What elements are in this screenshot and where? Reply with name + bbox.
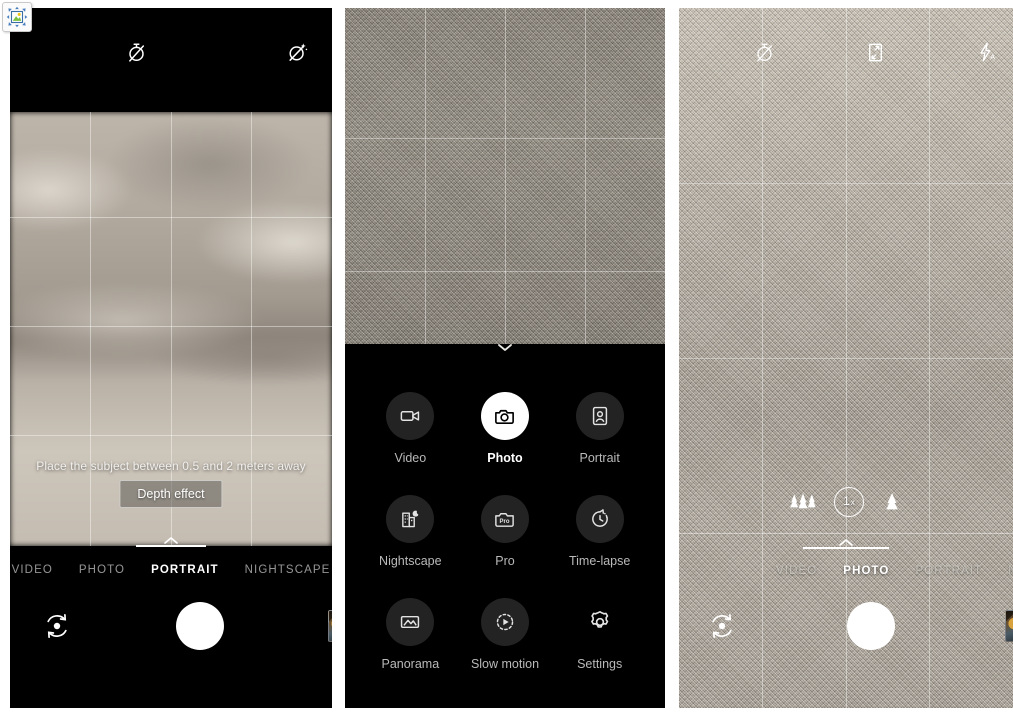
ai-scene-off-icon xyxy=(287,42,308,63)
time-lapse-icon-circle xyxy=(575,495,624,543)
shutter-row-portrait xyxy=(10,602,332,650)
mode-option-label: Time-lapse xyxy=(568,554,631,568)
mode-video[interactable]: VIDEO xyxy=(10,564,66,576)
screenshot-stage: Place the subject between 0.5 and 2 mete… xyxy=(0,0,1013,716)
mode-option-label: Settings xyxy=(577,657,623,671)
mode-option-label: Photo xyxy=(487,451,523,465)
mode-option-portrait[interactable]: Portrait xyxy=(552,392,647,465)
gallery-thumbnail[interactable] xyxy=(328,610,332,642)
mode-indicator-bar xyxy=(136,545,206,547)
mode-option-panorama[interactable]: Panorama xyxy=(363,598,458,671)
tele-tree-icon[interactable] xyxy=(882,491,902,513)
wide-angle-trees-icon[interactable] xyxy=(790,491,816,513)
mode-option-label: Video xyxy=(394,451,427,465)
shutter-button[interactable] xyxy=(176,602,224,650)
shutter-button[interactable] xyxy=(847,602,895,650)
mode-option-pro[interactable]: Pro Pro xyxy=(458,495,553,568)
mode-video[interactable]: VIDEO xyxy=(763,565,830,577)
panorama-icon xyxy=(399,611,421,633)
flash-auto-button[interactable]: A xyxy=(932,41,1013,63)
mode-nightscape[interactable]: NIGHTSCAPE xyxy=(232,564,332,576)
pro-camera-icon: Pro xyxy=(493,508,516,531)
gear-icon-wrapper xyxy=(576,598,624,646)
mode-picker-sheet: Video Photo Portrait Nightscape Pro Pro … xyxy=(345,352,665,708)
portrait-icon xyxy=(589,405,611,427)
mode-option-photo[interactable]: Photo xyxy=(458,392,553,465)
mode-portrait[interactable]: PORTRAIT xyxy=(902,565,995,577)
nightscape-icon-circle xyxy=(386,495,435,543)
camera-icon xyxy=(493,405,516,428)
mode-grid: Video Photo Portrait Nightscape Pro Pro … xyxy=(345,352,665,671)
mode-option-label: Panorama xyxy=(381,657,440,671)
mode-option-slow-motion[interactable]: Slow motion xyxy=(458,598,553,671)
expand-modes-chevron-up-icon[interactable] xyxy=(163,532,179,550)
mode-option-settings[interactable]: Settings xyxy=(552,598,647,671)
timer-off-icon xyxy=(754,42,775,63)
app-badge[interactable] xyxy=(2,2,32,32)
mode-portrait[interactable]: PORTRAIT xyxy=(138,564,232,576)
gear-icon xyxy=(587,609,613,635)
camera-icon-circle xyxy=(480,392,529,440)
portrait-top-bar xyxy=(10,34,332,70)
aspect-ratio-icon xyxy=(865,42,886,63)
zoom-level-suffix: x xyxy=(850,497,855,507)
photo-top-bar: A xyxy=(679,34,1013,70)
preview-image xyxy=(345,8,665,344)
mode-option-nightscape[interactable]: Nightscape xyxy=(363,495,458,568)
nightscape-icon xyxy=(399,508,421,530)
panel-photo-mode-screen: A 1x VIDEO PHOTO PORTRAIT xyxy=(679,8,1013,708)
slow-motion-icon xyxy=(494,611,516,633)
ai-scene-off-button[interactable] xyxy=(217,42,332,63)
mode-option-label: Nightscape xyxy=(379,554,442,568)
zoom-control[interactable]: 1x xyxy=(790,487,902,517)
mode-option-time-lapse[interactable]: Time-lapse xyxy=(552,495,647,568)
shutter-row-photo xyxy=(679,602,1013,650)
mode-nightscape[interactable]: NIGH xyxy=(995,565,1013,577)
panel-mode-picker-screen: Video Photo Portrait Nightscape Pro Pro … xyxy=(345,8,665,708)
image-resize-icon xyxy=(6,6,28,28)
mode-indicator-bar xyxy=(803,547,889,549)
time-lapse-icon xyxy=(589,508,611,530)
slow-motion-icon-circle xyxy=(480,598,529,646)
portrait-icon-circle xyxy=(575,392,624,440)
zoom-level-value: 1 xyxy=(843,496,850,508)
portrait-hint-text: Place the subject between 0.5 and 2 mete… xyxy=(36,459,306,473)
flip-camera-icon[interactable] xyxy=(42,611,72,641)
svg-text:Pro: Pro xyxy=(500,518,510,524)
video-camera-icon-circle xyxy=(386,392,435,440)
pro-camera-icon-circle: Pro xyxy=(480,495,529,543)
timer-off-button[interactable] xyxy=(709,42,820,63)
expand-modes-chevron-up-icon[interactable] xyxy=(838,534,854,552)
timer-off-button[interactable] xyxy=(56,42,217,63)
mode-option-label: Portrait xyxy=(579,451,620,465)
mode-strip-photo[interactable]: VIDEO PHOTO PORTRAIT NIGH xyxy=(679,561,1013,581)
mode-photo[interactable]: PHOTO xyxy=(830,565,902,577)
mode-option-video[interactable]: Video xyxy=(363,392,458,465)
camera-preview-mode-picker[interactable] xyxy=(345,8,665,344)
aspect-ratio-button[interactable] xyxy=(820,42,931,63)
flash-auto-icon: A xyxy=(976,41,998,63)
gallery-thumbnail[interactable] xyxy=(1005,610,1013,642)
mode-option-label: Pro xyxy=(495,554,515,568)
mode-photo[interactable]: PHOTO xyxy=(66,564,138,576)
mode-strip-portrait[interactable]: VIDEO PHOTO PORTRAIT NIGHTSCAPE xyxy=(10,560,332,580)
flip-camera-icon[interactable] xyxy=(707,611,737,641)
timer-off-icon xyxy=(126,42,147,63)
svg-text:A: A xyxy=(991,53,996,62)
panorama-icon-circle xyxy=(386,598,435,646)
zoom-level-chip[interactable]: 1x xyxy=(834,487,864,517)
mode-option-label: Slow motion xyxy=(470,657,540,671)
panel-portrait-mode-screen: Place the subject between 0.5 and 2 mete… xyxy=(10,8,332,708)
depth-effect-button[interactable]: Depth effect xyxy=(119,480,223,508)
video-camera-icon xyxy=(399,405,421,427)
